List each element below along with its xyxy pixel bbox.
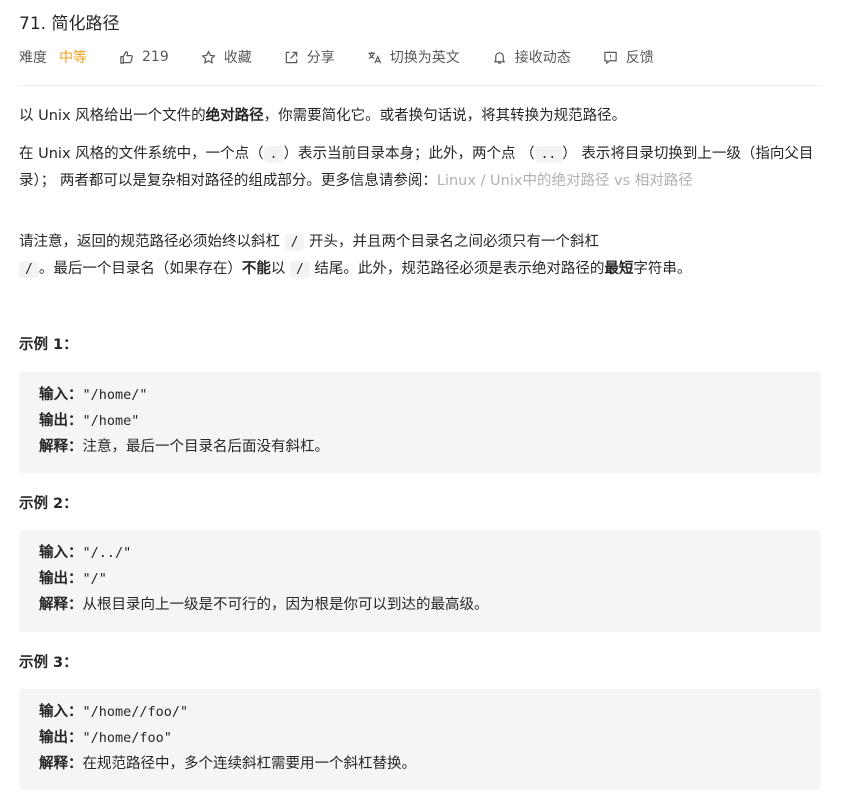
switch-language-label: 切换为英文 [389, 50, 460, 66]
text: 。最后一个目录名（如果存在） [38, 261, 242, 277]
inline-code: / [289, 261, 310, 278]
difficulty-label: 难度 [19, 50, 47, 66]
text: 开头，并且两个目录名之间必须只有一个斜杠 [304, 234, 600, 250]
input-key: 输入： [39, 545, 83, 561]
explain-value: 在规范路径中，多个连续斜杠需要用一个斜杠替换。 [82, 756, 417, 772]
problem-title: 71. 简化路径 [19, 14, 120, 34]
text: 以 Unix 风格给出一个文件的 [19, 108, 206, 124]
notify-label: 接收动态 [514, 50, 571, 66]
share-icon [285, 51, 297, 63]
inline-code: / [19, 261, 39, 278]
text: 在 Unix 风格的文件系统中，一个点（ [19, 146, 264, 162]
share-label: 分享 [306, 50, 335, 66]
meta-divider [19, 85, 821, 86]
description-paragraph-2: 在 Unix 风格的文件系统中，一个点（. ）表示当前目录本身；此外，两个点 （.… [19, 141, 821, 194]
difficulty-value: 中等 [59, 50, 87, 66]
bell-icon [493, 51, 506, 64]
feedback-icon [604, 51, 617, 64]
example-input: 输入："/../" [39, 540, 801, 566]
description-paragraph-3: 请注意，返回的规范路径必须始终以斜杠 / 开头，并且两个目录名之间必须只有一个斜… [19, 229, 821, 283]
star-icon [201, 49, 216, 64]
feedback-label: 反馈 [625, 50, 654, 66]
text: ，你需要简化它。或者换句话说，将其转换为规范路径。 [263, 108, 627, 124]
problem-meta-bar: 难度 中等 219 收藏 分享 切换为英文 接收动态 反馈 [19, 46, 686, 68]
input-value: "/home//foo/" [82, 704, 189, 720]
output-value: "/home" [82, 413, 140, 429]
description-paragraph-1: 以 Unix 风格给出一个文件的绝对路径，你需要简化它。或者换句话说，将其转换为… [19, 103, 821, 129]
text: ）表示当前目录本身；此外，两个点 （ [283, 146, 535, 162]
example-output: 输出："/home" [39, 408, 801, 434]
explain-key: 解释： [39, 597, 83, 613]
explain-value: 注意，最后一个目录名后面没有斜杠。 [82, 439, 330, 455]
example-input: 输入："/home/" [39, 382, 801, 408]
output-value: "/" [82, 571, 107, 587]
like-count: 219 [142, 49, 169, 65]
output-key: 输出： [39, 413, 83, 429]
inline-code: . [263, 146, 284, 163]
example-title: 示例 3： [19, 655, 78, 671]
like-button[interactable]: 219 [119, 49, 169, 65]
switch-language-button[interactable]: 切换为英文 [367, 47, 460, 67]
example-output: 输出："/" [39, 566, 801, 592]
text: 请注意，返回的规范路径必须始终以斜杠 [19, 234, 285, 250]
example-output: 输出："/home/foo" [39, 725, 801, 751]
favorite-label: 收藏 [223, 50, 252, 66]
output-key: 输出： [39, 730, 83, 746]
input-value: "/home/" [82, 387, 148, 403]
input-key: 输入： [39, 704, 83, 720]
example-title: 示例 2： [19, 496, 78, 512]
example-box: 输入："/home/" 输出："/home" 解释：注意，最后一个目录名后面没有… [19, 372, 821, 473]
translate-icon [368, 51, 381, 63]
example-explain: 解释：注意，最后一个目录名后面没有斜杠。 [39, 434, 801, 460]
text: 以 [270, 261, 290, 277]
explain-value: 从根目录向上一级是不可行的，因为根是你可以到达的最高级。 [82, 597, 489, 613]
explain-key: 解释： [39, 756, 83, 772]
notify-button[interactable]: 接收动态 [492, 47, 571, 67]
input-key: 输入： [39, 387, 83, 403]
example-box: 输入："/../" 输出："/" 解释：从根目录向上一级是不可行的，因为根是你可… [19, 530, 821, 632]
output-value: "/home/foo" [82, 730, 172, 746]
bold-text: 不能 [241, 261, 271, 277]
example-box: 输入："/home//foo/" 输出："/home/foo" 解释：在规范路径… [19, 689, 821, 790]
output-key: 输出： [39, 571, 83, 587]
input-value: "/../" [82, 545, 132, 561]
example-explain: 解释：从根目录向上一级是不可行的，因为根是你可以到达的最高级。 [39, 592, 801, 618]
example-title: 示例 1： [19, 337, 78, 353]
favorite-button[interactable]: 收藏 [201, 47, 252, 67]
bold-text: 绝对路径 [205, 108, 264, 124]
inline-code: .. [534, 146, 563, 163]
problem-page: 71. 简化路径 难度 中等 219 收藏 分享 切换为英文 接收动态 反馈 以… [0, 0, 846, 797]
explain-key: 解释： [39, 439, 83, 455]
text: 字符串。 [633, 261, 692, 277]
share-button[interactable]: 分享 [284, 47, 335, 67]
thumbs-up-icon [120, 50, 133, 64]
example-explain: 解释：在规范路径中，多个连续斜杠需要用一个斜杠替换。 [39, 751, 801, 777]
example-input: 输入："/home//foo/" [39, 699, 801, 725]
feedback-button[interactable]: 反馈 [603, 47, 654, 67]
text: 结尾。此外，规范路径必须是表示绝对路径的 [309, 261, 605, 277]
reference-link[interactable]: Linux / Unix中的绝对路径 vs 相对路径 [437, 173, 693, 189]
bold-text: 最短 [604, 261, 634, 277]
inline-code: / [284, 234, 305, 251]
